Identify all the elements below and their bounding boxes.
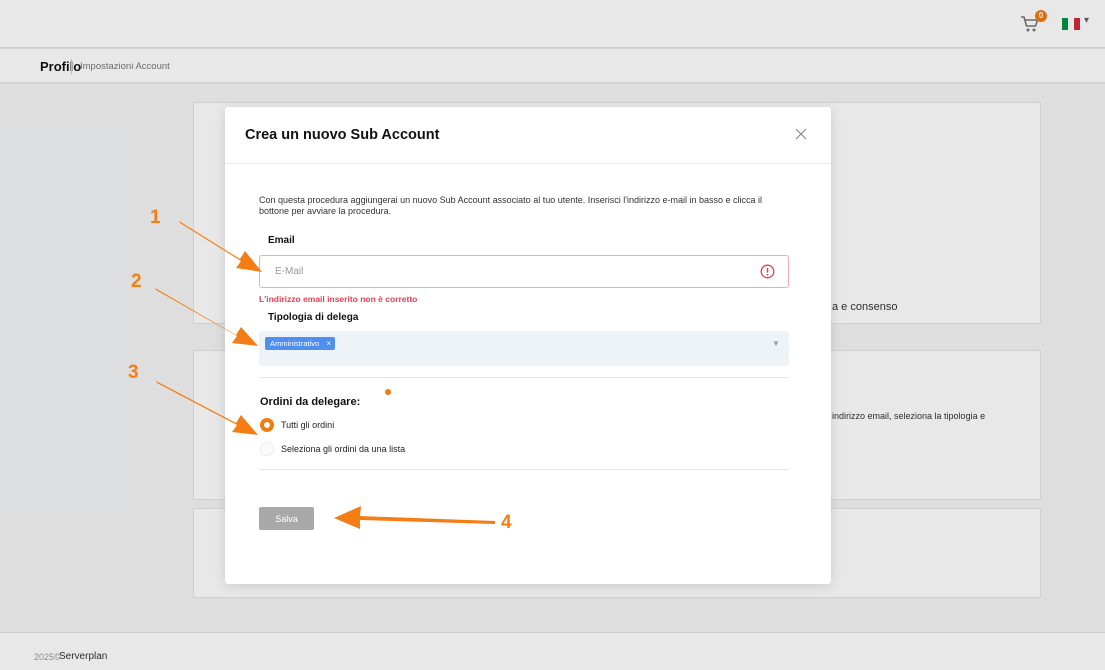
step-number: 1	[150, 207, 161, 228]
tag-remove-icon[interactable]: ×	[327, 337, 332, 350]
selected-tag: Amministrativo ×	[265, 337, 336, 350]
close-icon[interactable]	[794, 127, 808, 141]
save-button[interactable]: Salva	[259, 507, 314, 530]
orders-to-delegate-label: Ordini da delegare:	[260, 396, 361, 408]
email-field[interactable]	[259, 255, 789, 288]
error-icon	[760, 264, 775, 279]
section-divider	[259, 377, 789, 378]
email-error-message: L'indirizzo email inserito non è corrett…	[259, 294, 418, 304]
delegation-type-label: Tipologia di delega	[268, 312, 359, 323]
selected-tag-label: Amministrativo	[270, 339, 320, 348]
create-sub-account-modal: Crea un nuovo Sub Account Con questa pro…	[225, 107, 831, 584]
modal-header: Crea un nuovo Sub Account	[225, 107, 831, 164]
step-number: 3	[128, 362, 139, 383]
step-number: 4	[501, 512, 512, 533]
email-label: Email	[268, 235, 295, 246]
delegation-type-select[interactable]: Amministrativo × ▼	[259, 331, 789, 366]
required-indicator	[385, 389, 391, 395]
radio-label: Tutti gli ordini	[281, 420, 335, 430]
step-number: 2	[131, 271, 142, 292]
radio-button-checked[interactable]	[260, 418, 274, 432]
chevron-down-icon[interactable]: ▼	[772, 339, 780, 348]
modal-title: Crea un nuovo Sub Account	[245, 127, 440, 143]
radio-button-unchecked[interactable]	[260, 442, 274, 456]
section-divider	[259, 469, 789, 470]
modal-intro-text: Con questa procedura aggiungerai un nuov…	[259, 195, 763, 216]
radio-label: Seleziona gli ordini da una lista	[281, 444, 406, 454]
